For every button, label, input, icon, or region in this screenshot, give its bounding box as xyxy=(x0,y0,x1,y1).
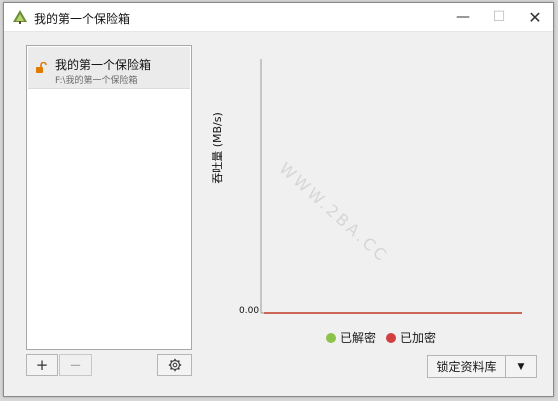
unlocked-padlock-icon xyxy=(36,62,47,73)
add-vault-button[interactable]: + xyxy=(26,354,58,376)
y-tick-label: 0.00 xyxy=(239,306,260,316)
app-window: 我的第一个保险箱 — ☐ ✕ 我的第一个保险箱 F:\我的第一个保险箱 + − xyxy=(3,2,554,397)
legend-entry-encrypted: 已加密 xyxy=(386,329,436,346)
lock-vault-button[interactable]: 锁定资料库 xyxy=(428,356,506,377)
window-title: 我的第一个保险箱 xyxy=(34,12,131,26)
chart-legend: 已解密 已加密 xyxy=(326,329,436,346)
close-button[interactable]: ✕ xyxy=(517,3,553,31)
vault-list[interactable]: 我的第一个保险箱 F:\我的第一个保险箱 xyxy=(26,45,192,350)
lock-options-dropdown[interactable]: ▼ xyxy=(506,356,536,377)
throughput-chart: WWW.2BA.CC 吞吐量 (MB/s) 0.00 xyxy=(204,43,544,343)
lock-vault-split-button[interactable]: 锁定资料库 ▼ xyxy=(427,355,537,378)
app-logo-icon xyxy=(13,10,27,24)
gear-icon xyxy=(168,358,181,372)
legend-entry-decrypted: 已解密 xyxy=(326,329,376,346)
legend-label-encrypted: 已加密 xyxy=(400,331,437,345)
legend-dot-encrypted xyxy=(386,332,397,343)
vault-list-item[interactable]: 我的第一个保险箱 F:\我的第一个保险箱 xyxy=(28,47,190,89)
vault-name: 我的第一个保险箱 xyxy=(55,58,152,72)
vault-path: F:\我的第一个保险箱 xyxy=(55,76,138,86)
y-axis-label: 吞吐量 (MB/s) xyxy=(211,112,224,184)
legend-label-decrypted: 已解密 xyxy=(340,331,377,345)
chart-plot xyxy=(260,59,522,314)
title-bar: 我的第一个保险箱 — ☐ ✕ xyxy=(4,3,553,32)
minimize-button[interactable]: — xyxy=(445,3,481,31)
maximize-button[interactable]: ☐ xyxy=(481,3,517,31)
remove-vault-button[interactable]: − xyxy=(59,354,92,376)
legend-dot-decrypted xyxy=(326,332,336,343)
settings-button[interactable] xyxy=(157,354,192,376)
